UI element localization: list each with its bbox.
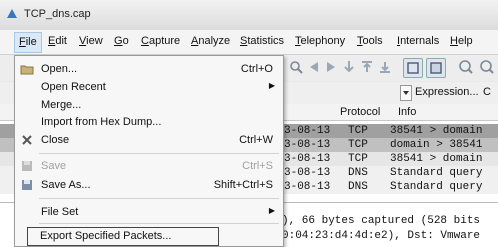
menu-item-close[interactable]: Close Ctrl+W — [15, 131, 283, 151]
go-to-packet-icon[interactable] — [341, 59, 357, 75]
menu-item-label: Save — [41, 160, 67, 172]
cell-protocol: TCP — [348, 139, 368, 151]
menu-item-shortcut: Ctrl+W — [239, 134, 273, 146]
menu-file[interactable]: File — [14, 32, 42, 53]
clear-filter-button[interactable]: C — [483, 86, 491, 98]
go-forward-icon[interactable] — [323, 59, 339, 75]
menu-item-shortcut: Ctrl+O — [240, 63, 273, 75]
menu-analyze[interactable]: Analyze — [191, 35, 230, 47]
menu-item-import-hex[interactable]: Import from Hex Dump... — [15, 113, 283, 133]
detail-frame-line[interactable]: ), 66 bytes captured (528 bits — [282, 215, 480, 227]
submenu-arrow-icon: ▶ — [268, 206, 275, 215]
menu-item-open-recent[interactable]: Open Recent ▶ — [15, 78, 283, 98]
menu-help[interactable]: Help — [450, 35, 473, 47]
column-protocol-header[interactable]: Protocol — [340, 106, 380, 118]
auto-scroll-icon — [430, 62, 442, 74]
detail-ethernet-line[interactable]: 0:04:23:d4:4d:e2), Dst: Vmware — [282, 230, 480, 242]
menu-item-label: File Set — [41, 206, 79, 218]
zoom-out-icon[interactable] — [479, 59, 495, 75]
menu-item-label: Merge... — [41, 99, 82, 111]
menu-item-shortcut: Ctrl+S — [242, 160, 273, 172]
expression-button[interactable]: Expression... — [415, 86, 479, 98]
menu-edit[interactable]: Edit — [48, 35, 67, 47]
save-as-icon — [22, 180, 32, 190]
wireshark-icon — [7, 9, 17, 18]
menu-item-shortcut: Shift+Ctrl+S — [213, 179, 273, 191]
cell-info: domain > 38541 — [390, 139, 483, 151]
cell-protocol: DNS — [348, 181, 368, 193]
menu-separator — [39, 223, 279, 224]
menu-item-label: Save As... — [41, 179, 91, 191]
go-back-icon[interactable] — [306, 59, 322, 75]
menu-item-label: Export Specified Packets... — [40, 230, 172, 242]
chevron-down-icon — [403, 91, 409, 95]
menu-view[interactable]: View — [79, 35, 103, 47]
window-title: TCP_dns.cap — [24, 8, 91, 20]
colorize-button[interactable] — [403, 58, 423, 78]
menu-item-save-as[interactable]: Save As... Shift+Ctrl+S — [15, 176, 283, 196]
cell-info: Standard query — [390, 181, 483, 193]
menu-go[interactable]: Go — [114, 35, 129, 47]
cell-info: 38541 > domain — [390, 125, 483, 137]
cell-time: 3-08-13 — [284, 139, 331, 151]
find-packet-icon[interactable] — [288, 59, 304, 75]
cell-time: 3-08-13 — [284, 153, 331, 165]
zoom-in-icon[interactable] — [458, 59, 474, 75]
filter-dropdown[interactable] — [400, 85, 412, 101]
menu-tools[interactable]: Tools — [357, 35, 383, 47]
cell-protocol: DNS — [348, 167, 368, 179]
menu-statistics[interactable]: Statistics — [240, 35, 284, 47]
cell-info: Standard query — [390, 167, 483, 179]
menu-bar: File Edit View Go Capture Analyze Statis… — [0, 30, 498, 55]
column-info-header[interactable]: Info — [398, 106, 416, 118]
menu-capture[interactable]: Capture — [141, 35, 180, 47]
menu-separator — [39, 153, 279, 154]
cell-protocol: TCP — [348, 125, 368, 137]
menu-item-export-specified-packets[interactable]: Export Specified Packets... — [27, 227, 219, 246]
colorize-icon — [407, 62, 419, 74]
menu-item-label: Open Recent — [41, 81, 106, 93]
menu-separator — [39, 198, 279, 199]
menu-item-label: Close — [41, 134, 70, 146]
cell-time: 3-08-13 — [284, 125, 331, 137]
cell-time: 3-08-13 — [284, 181, 331, 193]
open-folder-icon — [20, 65, 34, 75]
last-packet-icon[interactable] — [377, 59, 393, 75]
menu-item-open[interactable]: Open... Ctrl+O — [15, 60, 283, 80]
submenu-arrow-icon: ▶ — [268, 81, 275, 90]
close-icon — [22, 135, 32, 145]
title-bar: TCP_dns.cap — [0, 0, 498, 31]
save-disk-icon — [22, 161, 32, 171]
menu-internals[interactable]: Internals — [397, 35, 439, 47]
menu-item-save[interactable]: Save Ctrl+S — [15, 157, 283, 177]
auto-scroll-button[interactable] — [426, 58, 446, 78]
cell-info: 38541 > domain — [390, 153, 483, 165]
cell-time: 3-08-13 — [284, 167, 331, 179]
menu-telephony[interactable]: Telephony — [295, 35, 345, 47]
first-packet-icon[interactable] — [359, 59, 375, 75]
file-menu: Open... Ctrl+O Open Recent ▶ Merge... Im… — [14, 55, 284, 247]
menu-item-label: Import from Hex Dump... — [41, 116, 162, 128]
menu-item-label: Open... — [41, 63, 78, 75]
menu-item-file-set[interactable]: File Set ▶ — [15, 203, 283, 223]
cell-protocol: TCP — [348, 153, 368, 165]
